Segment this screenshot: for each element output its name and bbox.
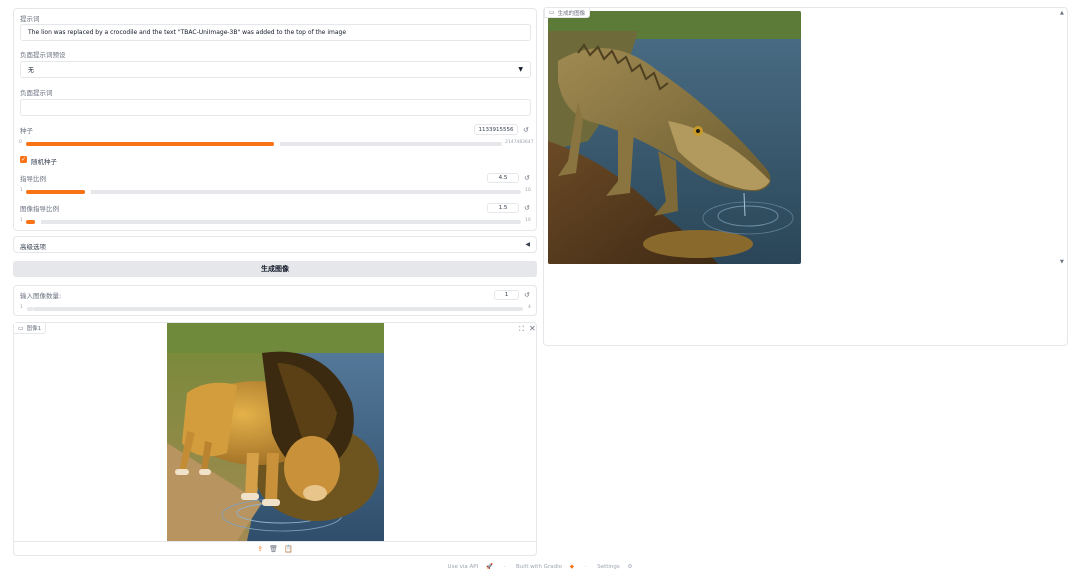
- random-seed-label: 随机种子: [31, 158, 57, 166]
- num-images-min: 1: [20, 305, 23, 310]
- clipboard-icon[interactable]: 📋: [284, 545, 293, 553]
- prompt-text: The lion was replaced by a crocodile and…: [28, 29, 347, 36]
- gradio-logo-icon: ◆: [569, 564, 574, 570]
- input-image-toolbar: ⇪ 🗑 📋: [14, 541, 536, 556]
- scroll-down-icon[interactable]: ▼: [1060, 259, 1064, 265]
- image-guidance-reset-icon[interactable]: ↺: [524, 204, 530, 212]
- prompt-input[interactable]: The lion was replaced by a crocodile and…: [20, 24, 531, 41]
- settings-link[interactable]: Settings ⚙: [594, 564, 635, 570]
- guidance-slider-thumb[interactable]: [85, 190, 91, 194]
- guidance-label: 指导比例: [20, 175, 46, 183]
- settings-panel: 提示词 The lion was replaced by a crocodile…: [13, 8, 537, 231]
- num-images-label: 输入图像数量:: [20, 292, 62, 300]
- num-images-slider-track[interactable]: [33, 307, 523, 311]
- guidance-reset-icon[interactable]: ↺: [524, 174, 530, 182]
- seed-min: 0: [19, 140, 22, 145]
- footer-separator: ·: [584, 564, 587, 570]
- generate-button-label: 生成图像: [261, 265, 289, 273]
- negative-prompt-label: 负面提示词: [20, 89, 53, 97]
- seed-label: 种子: [20, 127, 33, 135]
- built-with-gradio-label: Built with Gradio: [516, 564, 562, 570]
- settings-label: Settings: [597, 564, 620, 570]
- guidance-value: 4.5: [498, 175, 508, 181]
- output-image-panel: ▭ 生成的图像 ▲ ▼: [543, 7, 1068, 346]
- image-guidance-slider-thumb[interactable]: [35, 220, 41, 224]
- input-image-panel: ▭ 图像1 ⛶ ✕ ⇪ 🗑 📋: [13, 322, 537, 556]
- lion-image: [167, 323, 384, 541]
- image-guidance-label: 图像指导比例: [20, 205, 59, 213]
- advanced-options-accordion[interactable]: 高级选项 ◀: [13, 236, 537, 253]
- delete-icon[interactable]: 🗑: [269, 545, 278, 553]
- advanced-options-label: 高级选项: [20, 243, 46, 251]
- num-images-max: 4: [528, 305, 531, 310]
- dropdown-arrow-icon: ▼: [518, 66, 523, 73]
- built-with-gradio-link[interactable]: Built with Gradio ◆: [513, 564, 577, 570]
- use-via-api-link[interactable]: Use via API 🚀: [445, 564, 496, 570]
- collapse-arrow-icon: ◀: [525, 241, 530, 248]
- num-images-slider-thumb[interactable]: [27, 307, 33, 311]
- seed-number-input[interactable]: 1133915556: [474, 124, 518, 135]
- input-image-badge: ▭ 图像1: [14, 323, 47, 334]
- guidance-max: 10: [525, 188, 531, 193]
- guidance-number-input[interactable]: 4.5: [487, 173, 519, 183]
- image-guidance-slider-fill: [26, 220, 35, 224]
- guidance-min: 1: [20, 188, 23, 193]
- negative-preset-label: 负面提示词预设: [20, 51, 66, 59]
- output-image-badge-label: 生成的图像: [557, 10, 586, 17]
- fullscreen-icon[interactable]: ⛶: [519, 325, 524, 334]
- use-via-api-label: Use via API: [447, 564, 479, 570]
- image-guidance-max: 10: [525, 218, 531, 223]
- seed-value: 1133915556: [478, 126, 514, 133]
- checkbox-icon: ✓: [20, 155, 27, 163]
- image-icon: ▭: [18, 324, 24, 332]
- seed-reset-icon[interactable]: ↺: [523, 126, 529, 134]
- close-icon[interactable]: ✕: [529, 324, 536, 333]
- image-icon: ▭: [549, 9, 555, 16]
- gear-icon: ⚙: [627, 564, 633, 570]
- image-guidance-value: 1.5: [498, 205, 508, 211]
- seed-slider-thumb[interactable]: [274, 142, 280, 146]
- num-images-value: 1: [504, 292, 509, 298]
- image-guidance-min: 1: [20, 218, 23, 223]
- num-images-number-input[interactable]: 1: [494, 290, 519, 300]
- image-guidance-number-input[interactable]: 1.5: [487, 203, 519, 213]
- rocket-icon: 🚀: [485, 564, 493, 570]
- seed-max: 2147483647: [505, 140, 534, 145]
- negative-preset-dropdown[interactable]: 无 ▼: [20, 61, 531, 78]
- generate-button[interactable]: 生成图像: [13, 261, 537, 277]
- random-seed-checkbox[interactable]: ✓: [20, 156, 27, 163]
- guidance-slider-fill: [26, 190, 85, 194]
- guidance-slider-track[interactable]: [26, 190, 521, 194]
- output-image-badge: ▭ 生成的图像: [544, 8, 591, 18]
- num-images-reset-icon[interactable]: ↺: [524, 291, 530, 299]
- scroll-up-icon[interactable]: ▲: [1060, 10, 1064, 16]
- crocodile-image: [548, 11, 801, 264]
- negative-preset-value: 无: [28, 67, 35, 74]
- num-images-panel: 输入图像数量: 1 ↺ 1 4: [13, 285, 537, 316]
- input-image-badge-label: 图像1: [26, 326, 42, 332]
- footer-separator: ·: [503, 564, 506, 570]
- image-guidance-slider-track[interactable]: [26, 220, 521, 224]
- negative-prompt-input[interactable]: [20, 99, 531, 116]
- seed-slider-fill: [26, 142, 274, 146]
- prompt-label: 提示词: [20, 15, 40, 23]
- footer: Use via API 🚀 · Built with Gradio ◆ · Se…: [0, 564, 1080, 570]
- upload-icon[interactable]: ⇪: [257, 545, 263, 553]
